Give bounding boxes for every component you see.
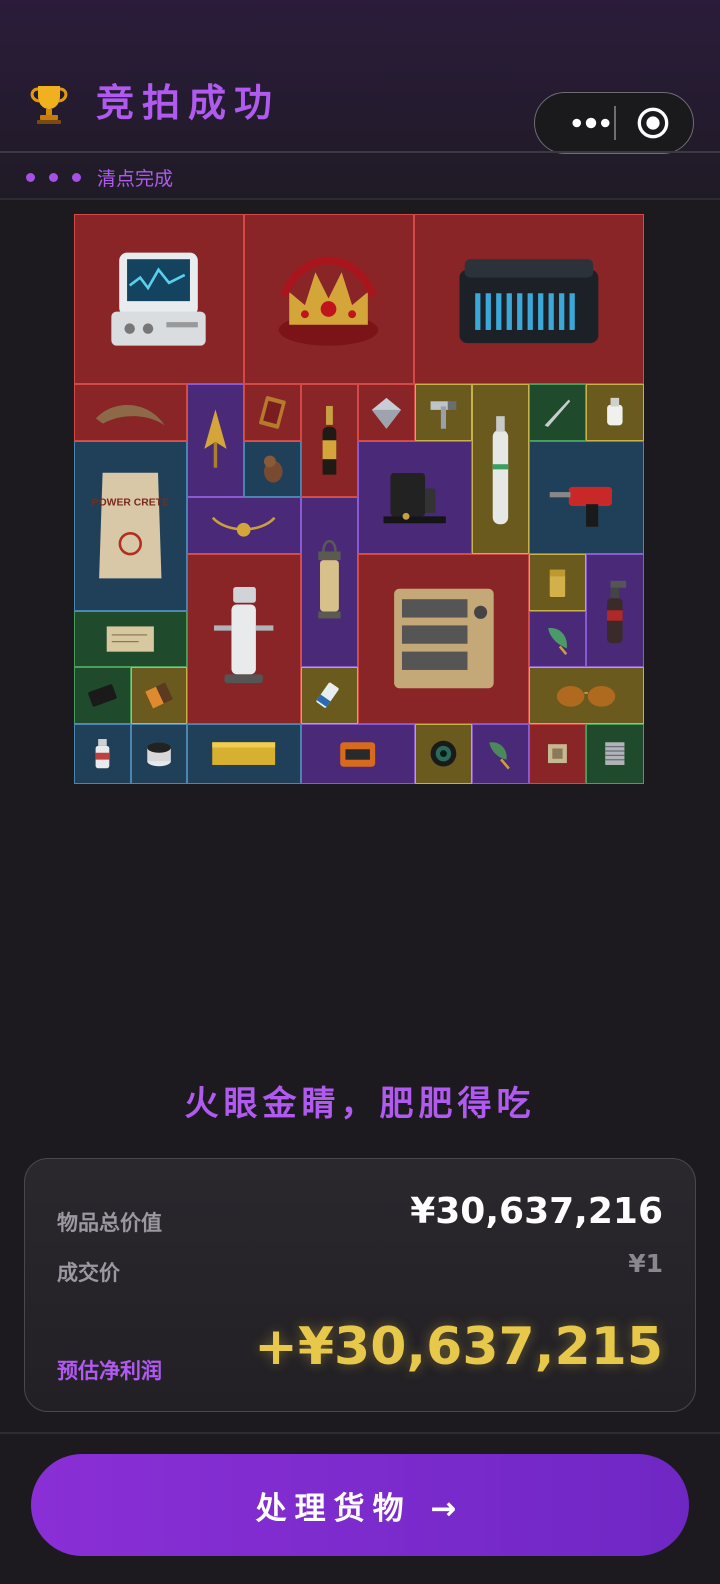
- item-horned-necklace[interactable]: [187, 497, 301, 554]
- footer-divider: [0, 1432, 720, 1434]
- total-value-label: 物品总价值: [57, 1211, 162, 1235]
- status-text: 清点完成: [97, 167, 174, 190]
- item-bird-figurine[interactable]: [244, 441, 301, 497]
- slogan: 火眼金睛，肥肥得吃: [184, 1084, 536, 1124]
- item-spear-tip[interactable]: [472, 724, 529, 784]
- item-champagne-bottle[interactable]: [301, 384, 358, 497]
- item-zippo-lighter[interactable]: [529, 554, 586, 611]
- item-oxygen-tank[interactable]: [472, 384, 529, 554]
- item-jeweled-crown[interactable]: [244, 214, 414, 384]
- item-gold-bar[interactable]: [187, 724, 301, 784]
- item-hammer-drill[interactable]: [529, 441, 644, 554]
- item-leaf-arrowhead[interactable]: [529, 611, 586, 667]
- item-motor-coil[interactable]: [131, 724, 187, 784]
- item-tarot-card[interactable]: [244, 384, 301, 441]
- item-chocolate-bar[interactable]: [131, 667, 187, 724]
- item-pipe-wrench[interactable]: [415, 384, 472, 441]
- item-usb-drive[interactable]: [586, 384, 644, 441]
- item-old-map[interactable]: [74, 611, 187, 667]
- loot-grid: POWER CRETE: [74, 214, 644, 784]
- summary-card: 物品总价值 ¥30,637,216 成交价 ¥1 预估净利润 +¥30,637,…: [24, 1158, 696, 1412]
- capsule-divider: [614, 106, 616, 140]
- item-diamond[interactable]: [358, 384, 415, 441]
- item-medical-monitor[interactable]: [74, 214, 244, 384]
- status-divider: [0, 198, 720, 200]
- item-blowtorch[interactable]: [586, 554, 644, 667]
- item-orange-case[interactable]: [301, 724, 415, 784]
- process-goods-button[interactable]: 处理货物 →: [31, 1454, 689, 1556]
- status-row: 清点完成: [26, 160, 173, 194]
- item-oil-lantern[interactable]: [301, 497, 358, 667]
- loading-dots-icon: [26, 172, 81, 182]
- header-divider: [0, 151, 720, 153]
- mini-program-capsule: [534, 92, 694, 154]
- deal-price-label: 成交价: [57, 1261, 120, 1285]
- item-cpu-cooler[interactable]: [586, 724, 644, 784]
- svg-text:POWER CRETE: POWER CRETE: [92, 498, 169, 509]
- net-profit-amount: +¥30,637,215: [254, 1317, 663, 1377]
- item-gold-arrowhead[interactable]: [187, 384, 244, 497]
- item-armored-generator[interactable]: [358, 554, 529, 724]
- page-title: 竞拍成功: [96, 81, 281, 125]
- net-profit-label: 预估净利润: [57, 1359, 162, 1383]
- item-cable-roll[interactable]: [301, 667, 358, 724]
- item-camera-lens[interactable]: [415, 724, 472, 784]
- item-aviator-sunglasses[interactable]: [529, 667, 644, 724]
- total-value-amount: ¥30,637,216: [410, 1191, 663, 1232]
- item-scalpel[interactable]: [529, 384, 586, 441]
- item-cement-bag[interactable]: POWER CRETE: [74, 441, 187, 611]
- item-surgical-robot[interactable]: [187, 554, 301, 724]
- item-medicine-bottle[interactable]: [74, 724, 131, 784]
- item-server-case[interactable]: [414, 214, 644, 384]
- item-coffee-machine[interactable]: [358, 441, 472, 554]
- item-fossil-horn[interactable]: [74, 384, 187, 441]
- more-button[interactable]: [555, 93, 627, 153]
- trophy-icon: [26, 80, 72, 126]
- deal-price-amount: ¥1: [628, 1249, 663, 1278]
- close-miniprogram-button[interactable]: [623, 93, 683, 153]
- target-icon: [637, 107, 669, 139]
- item-black-card[interactable]: [74, 667, 131, 724]
- item-cpu-chip[interactable]: [529, 724, 586, 784]
- more-dots-icon: [572, 117, 610, 129]
